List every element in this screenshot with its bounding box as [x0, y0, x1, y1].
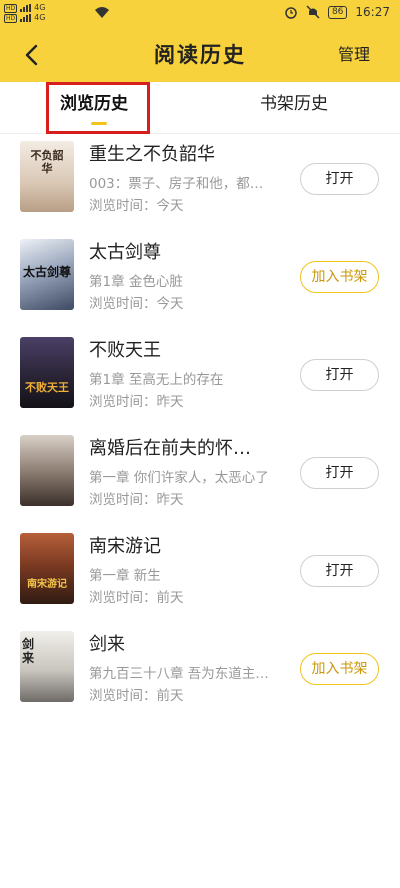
book-chapter: 第一章 你们许家人，太恶心了	[89, 470, 269, 486]
book-title: 离婚后在前夫的怀…	[89, 438, 251, 459]
book-list: 不负韶华 重生之不负韶华 003：票子、房子和他，都… 浏览时间：今天 打开 太…	[0, 135, 400, 723]
book-chapter: 第九百三十八章 吾为东道主…	[89, 666, 269, 682]
highlight-box	[46, 82, 150, 134]
signal-icon	[20, 14, 32, 22]
book-chapter: 003：票子、房子和他，都…	[89, 176, 264, 192]
book-cover: 不败天王	[20, 337, 74, 408]
book-title: 重生之不负韶华	[89, 144, 215, 165]
browse-time: 浏览时间：昨天	[89, 492, 184, 508]
list-item[interactable]: 不败天王 不败天王 第1章 至高无上的存在 浏览时间：昨天 打开	[0, 331, 400, 429]
wifi-icon	[95, 7, 109, 18]
tab-shelf-history[interactable]: 书架历史	[260, 92, 328, 116]
add-to-shelf-button[interactable]: 加入书架	[300, 261, 379, 293]
browse-time: 浏览时间：昨天	[89, 394, 184, 410]
status-right: 86 16:27	[284, 5, 390, 19]
book-title: 南宋游记	[89, 536, 161, 557]
book-title: 剑来	[89, 634, 125, 655]
list-item[interactable]: 离婚后在前夫的怀… 第一章 你们许家人，太恶心了 浏览时间：昨天 打开	[0, 429, 400, 527]
browse-time: 浏览时间：今天	[89, 296, 184, 312]
book-cover: 剑来	[20, 631, 74, 702]
open-button[interactable]: 打开	[300, 555, 379, 587]
browse-time: 浏览时间：今天	[89, 198, 184, 214]
book-cover: 太古剑尊	[20, 239, 74, 310]
app-header: 阅读历史 管理	[0, 28, 400, 82]
hd-badge-1: HD	[4, 3, 18, 13]
tab-bar: 浏览历史 书架历史	[0, 82, 400, 134]
list-item[interactable]: 剑来 剑来 第九百三十八章 吾为东道主… 浏览时间：前天 加入书架	[0, 625, 400, 723]
network-label-1: 4G	[34, 3, 46, 12]
open-button[interactable]: 打开	[300, 359, 379, 391]
battery-icon: 86	[327, 5, 348, 19]
open-button[interactable]: 打开	[300, 163, 379, 195]
book-title: 不败天王	[89, 340, 161, 361]
manage-button[interactable]: 管理	[338, 44, 370, 66]
open-button[interactable]: 打开	[300, 457, 379, 489]
list-item[interactable]: 太古剑尊 太古剑尊 第1章 金色心脏 浏览时间：今天 加入书架	[0, 233, 400, 331]
add-to-shelf-button[interactable]: 加入书架	[300, 653, 379, 685]
signal-icon	[20, 4, 32, 12]
cover-title: 南宋游记	[27, 579, 67, 590]
book-chapter: 第一章 新生	[89, 568, 161, 584]
list-item[interactable]: 南宋游记 南宋游记 第一章 新生 浏览时间：前天 打开	[0, 527, 400, 625]
network-label-2: 4G	[34, 13, 46, 22]
browse-time: 浏览时间：前天	[89, 688, 184, 704]
hd-badge-2: HD	[4, 13, 18, 23]
mute-icon	[306, 5, 320, 19]
book-cover	[20, 435, 74, 506]
cover-title: 不败天王	[25, 381, 69, 394]
book-chapter: 第1章 金色心脏	[89, 274, 183, 290]
browse-time: 浏览时间：前天	[89, 590, 184, 606]
book-cover: 南宋游记	[20, 533, 74, 604]
cover-title: 不负韶华	[30, 149, 64, 175]
list-item[interactable]: 不负韶华 重生之不负韶华 003：票子、房子和他，都… 浏览时间：今天 打开	[0, 135, 400, 233]
book-cover: 不负韶华	[20, 141, 74, 212]
status-bar: HD 4G HD 4G 86 16:27	[0, 0, 400, 28]
clock: 16:27	[355, 5, 390, 19]
cover-title: 太古剑尊	[22, 265, 71, 279]
book-chapter: 第1章 至高无上的存在	[89, 372, 224, 388]
book-title: 太古剑尊	[89, 242, 161, 263]
status-left: HD 4G HD 4G	[4, 3, 45, 23]
alarm-icon	[285, 7, 297, 19]
cover-title: 剑来	[22, 637, 35, 665]
